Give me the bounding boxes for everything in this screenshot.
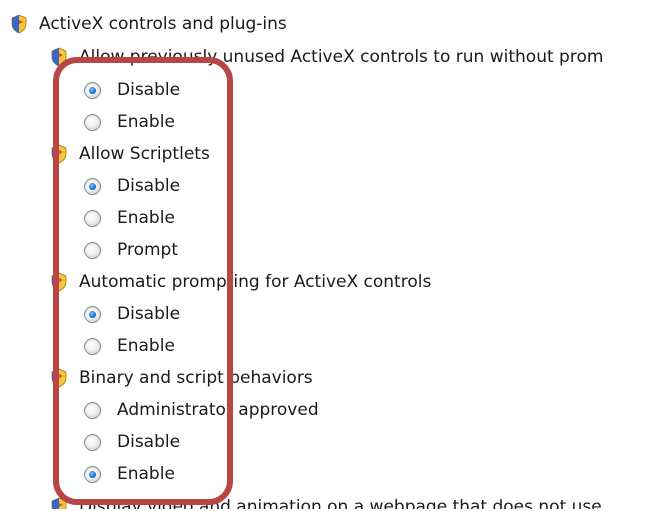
radio-button[interactable] bbox=[84, 209, 101, 227]
radio-button[interactable] bbox=[84, 433, 101, 451]
settings-shield-icon bbox=[51, 47, 67, 67]
option-enable[interactable]: Enable bbox=[84, 202, 175, 234]
option-label: Disable bbox=[117, 176, 181, 196]
option-disable[interactable]: Disable bbox=[84, 426, 180, 458]
option-label: Disable bbox=[117, 80, 181, 100]
option-label: Enable bbox=[117, 112, 175, 132]
settings-shield-icon bbox=[11, 14, 27, 34]
radio-button-selected[interactable] bbox=[84, 465, 101, 483]
radio-button-selected[interactable] bbox=[84, 177, 101, 195]
option-enable[interactable]: Enable bbox=[84, 458, 175, 490]
setting-label: Allow previously unused ActiveX controls… bbox=[79, 47, 604, 67]
option-enable[interactable]: Enable bbox=[84, 106, 175, 138]
option-label: Administrator approved bbox=[117, 400, 319, 420]
setting-label: Automatic prompting for ActiveX controls bbox=[79, 272, 432, 292]
settings-shield-icon bbox=[51, 368, 67, 388]
radio-button[interactable] bbox=[84, 113, 101, 131]
setting-allow-scriptlets[interactable]: Allow Scriptlets bbox=[50, 138, 210, 170]
category-label: ActiveX controls and plug-ins bbox=[39, 14, 287, 34]
option-label: Disable bbox=[117, 304, 181, 324]
setting-automatic-prompting[interactable]: Automatic prompting for ActiveX controls bbox=[50, 266, 431, 298]
option-label: Disable bbox=[117, 432, 181, 452]
option-disable[interactable]: Disable bbox=[84, 170, 180, 202]
option-disable[interactable]: Disable bbox=[84, 298, 180, 330]
security-settings-tree: ActiveX controls and plug-ins Allow prev… bbox=[0, 0, 671, 511]
option-administrator-approved[interactable]: Administrator approved bbox=[84, 394, 319, 426]
settings-shield-icon bbox=[51, 144, 67, 164]
option-label: Enable bbox=[117, 208, 175, 228]
option-label: Enable bbox=[117, 464, 175, 484]
setting-binary-script-behaviors[interactable]: Binary and script behaviors bbox=[50, 362, 313, 394]
setting-label: Binary and script behaviors bbox=[79, 368, 313, 388]
option-label: Prompt bbox=[117, 240, 178, 260]
setting-label: Display video and animation on a webpage… bbox=[79, 497, 602, 511]
settings-shield-icon bbox=[51, 497, 67, 509]
radio-button-selected[interactable] bbox=[84, 81, 101, 99]
settings-shield-icon bbox=[51, 272, 67, 292]
option-prompt[interactable]: Prompt bbox=[84, 234, 178, 266]
radio-button[interactable] bbox=[84, 241, 101, 259]
radio-button[interactable] bbox=[84, 401, 101, 419]
setting-allow-unused-activex[interactable]: Allow previously unused ActiveX controls… bbox=[50, 41, 603, 73]
option-enable[interactable]: Enable bbox=[84, 330, 175, 362]
category-activex-controls[interactable]: ActiveX controls and plug-ins bbox=[10, 8, 287, 40]
setting-display-video-animation[interactable]: Display video and animation on a webpage… bbox=[50, 491, 602, 511]
setting-label: Allow Scriptlets bbox=[79, 144, 210, 164]
option-label: Enable bbox=[117, 336, 175, 356]
radio-button[interactable] bbox=[84, 337, 101, 355]
option-disable[interactable]: Disable bbox=[84, 74, 180, 106]
radio-button-selected[interactable] bbox=[84, 305, 101, 323]
